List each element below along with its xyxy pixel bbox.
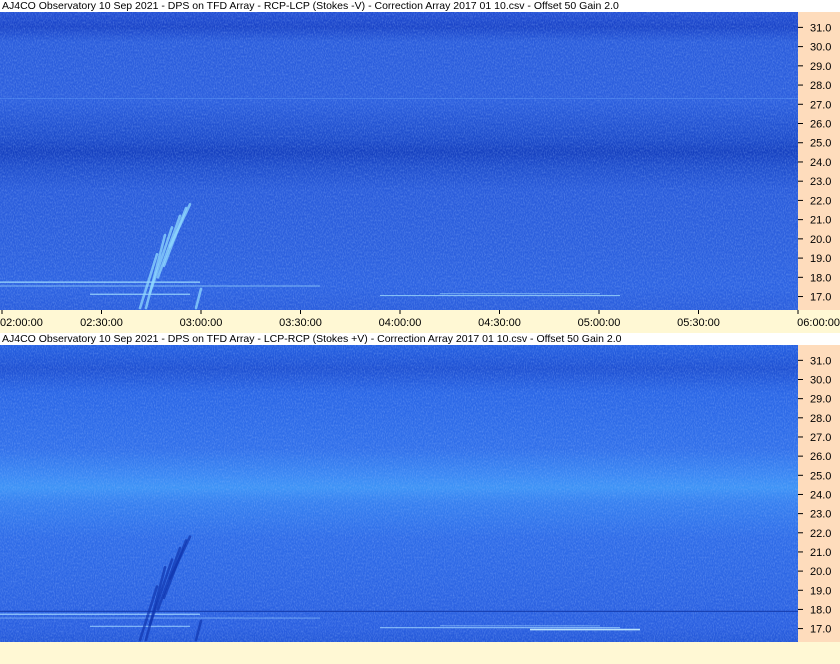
y-tick-label: 29.0 — [810, 61, 831, 73]
top-y-axis: 31.0 30.0 29.0 28.0 27.0 26.0 25.0 24.0 23.0 22.0… — [798, 12, 840, 310]
spectrogram-noise — [0, 12, 798, 310]
x-tick-label: 05:00:00 — [578, 317, 621, 329]
y-tick-label: 28.0 — [810, 413, 831, 425]
y-tick-label: 18.0 — [810, 272, 831, 284]
x-tick-label: 06:00:00 — [797, 317, 840, 329]
y-tick-label: 31.0 — [810, 22, 831, 34]
top-spectrogram — [0, 12, 798, 310]
y-tick-label: 25.0 — [810, 138, 831, 150]
top-chart-title: AJ4CO Observatory 10 Sep 2021 - DPS on T… — [0, 0, 840, 12]
y-tick-label: 23.0 — [810, 176, 831, 188]
x-tick-label: 03:00:00 — [180, 317, 223, 329]
bottom-y-axis: 31.0 30.0 29.0 28.0 27.0 26.0 25.0 24.0 23.0 22.0… — [798, 345, 840, 642]
y-tick-label: 27.0 — [810, 99, 831, 111]
y-tick-label: 26.0 — [810, 451, 831, 463]
x-axis: 02:00:00 02:30:00 03:00:00 03:30:00 04:00:00… — [0, 310, 840, 330]
y-tick-label: 17.0 — [810, 624, 831, 636]
y-tick-label: 17.0 — [810, 292, 831, 304]
top-spectrogram-svg — [0, 12, 798, 310]
y-tick-label: 22.0 — [810, 528, 831, 540]
y-tick-label: 21.0 — [810, 215, 831, 227]
y-tick-label: 25.0 — [810, 470, 831, 482]
x-tick-label: 04:00:00 — [379, 317, 422, 329]
y-tick-label: 30.0 — [810, 374, 831, 386]
x-tick-label: 02:00:00 — [0, 317, 43, 329]
y-tick-label: 28.0 — [810, 80, 831, 92]
bottom-spectrogram-svg — [0, 345, 798, 642]
x-tick-label: 05:30:00 — [677, 317, 720, 329]
bottom-y-axis-svg: 31.0 30.0 29.0 28.0 27.0 26.0 25.0 24.0 23.0 22.0… — [798, 355, 831, 636]
spectrogram-noise — [0, 345, 798, 642]
y-tick-label: 20.0 — [810, 566, 831, 578]
x-axis-svg: 02:00:00 02:30:00 03:00:00 03:30:00 04:00:00… — [0, 310, 840, 329]
y-tick-label: 22.0 — [810, 195, 831, 207]
x-tick-label: 04:30:00 — [478, 317, 521, 329]
y-tick-label: 27.0 — [810, 432, 831, 444]
y-tick-label: 24.0 — [810, 489, 831, 501]
y-tick-label: 19.0 — [810, 585, 831, 597]
y-tick-label: 18.0 — [810, 604, 831, 616]
y-tick-label: 29.0 — [810, 394, 831, 406]
bottom-chart-title: AJ4CO Observatory 10 Sep 2021 - DPS on T… — [0, 333, 840, 345]
x-tick-label: 02:30:00 — [80, 317, 123, 329]
x-tick-label: 03:30:00 — [279, 317, 322, 329]
y-tick-label: 19.0 — [810, 253, 831, 265]
y-tick-label: 23.0 — [810, 509, 831, 521]
y-tick-label: 20.0 — [810, 234, 831, 246]
top-y-axis-svg: 31.0 30.0 29.0 28.0 27.0 26.0 25.0 24.0 23.0 22.0… — [798, 22, 831, 304]
y-tick-label: 31.0 — [810, 355, 831, 367]
y-tick-label: 26.0 — [810, 119, 831, 131]
y-tick-label: 21.0 — [810, 547, 831, 559]
y-tick-label: 30.0 — [810, 42, 831, 54]
bottom-spectrogram — [0, 345, 798, 642]
y-tick-label: 24.0 — [810, 157, 831, 169]
